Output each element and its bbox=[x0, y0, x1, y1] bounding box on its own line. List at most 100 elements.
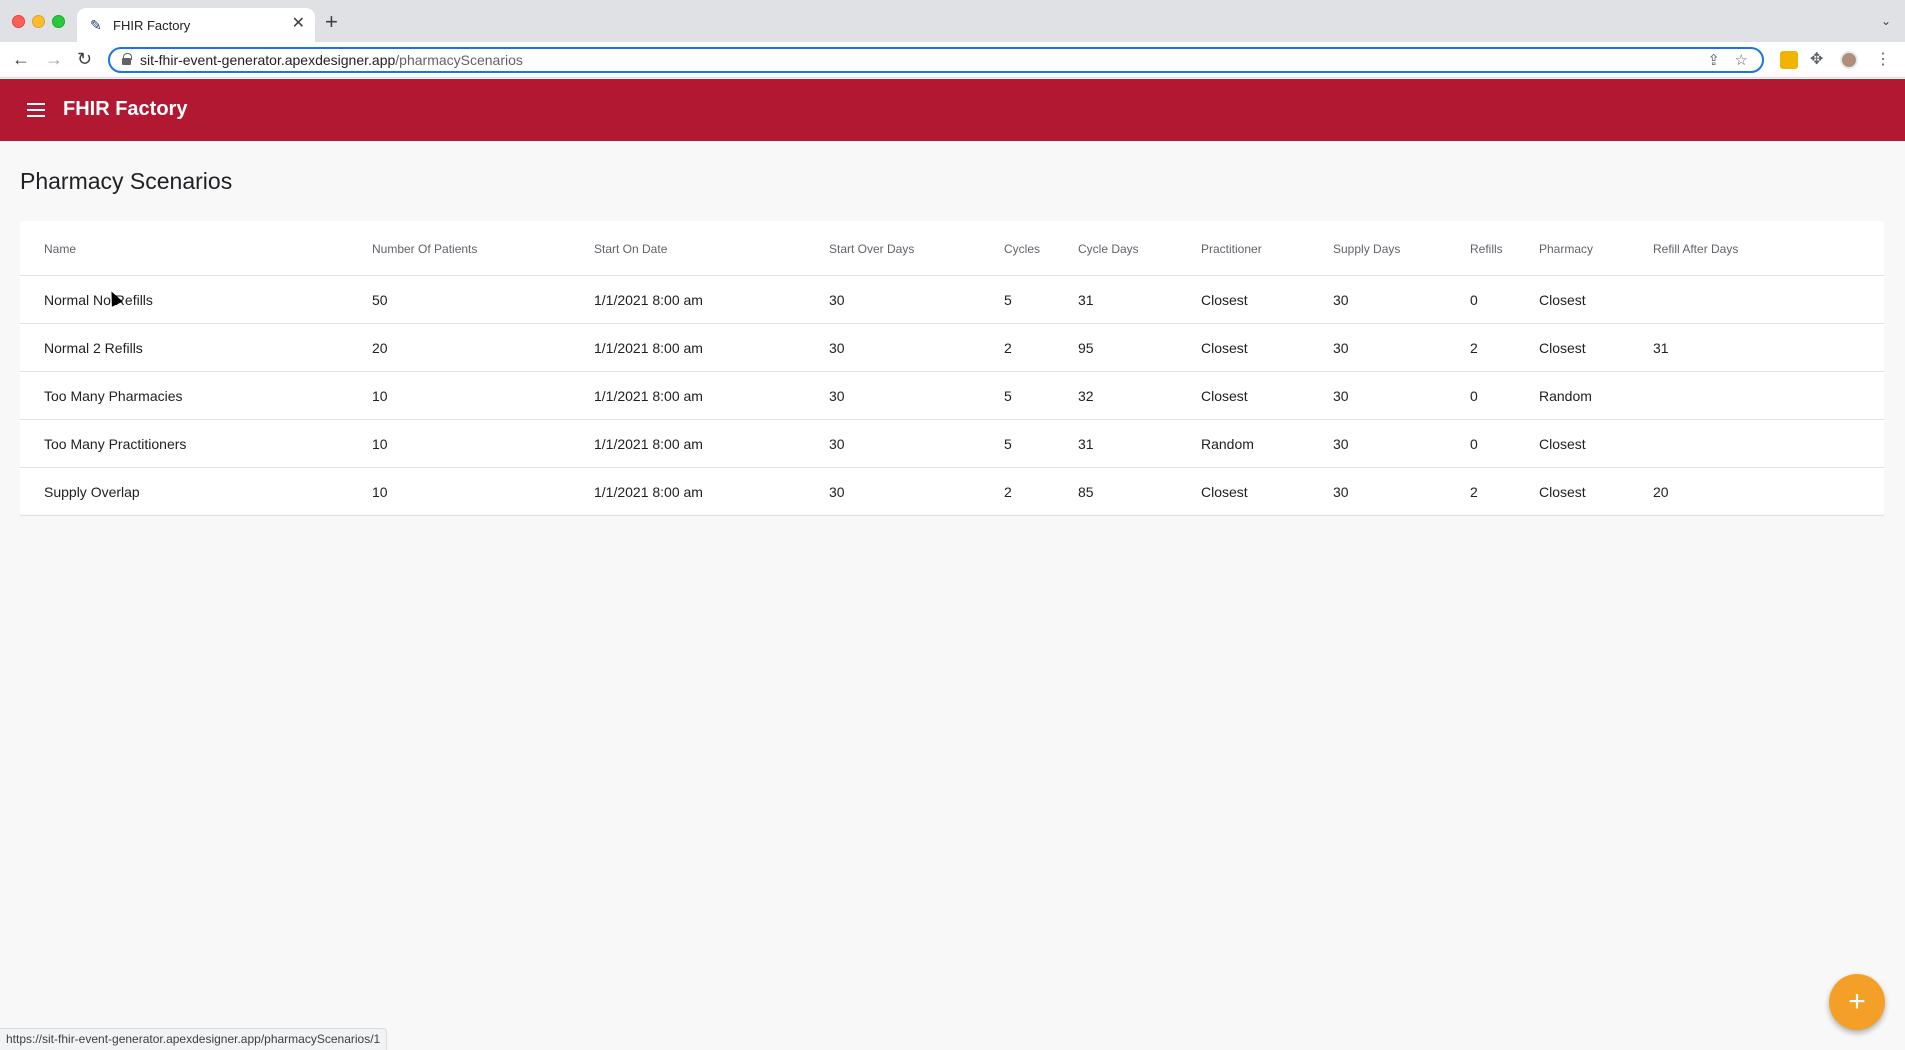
cell-cycle-days: 31 bbox=[1078, 436, 1094, 452]
new-tab-button[interactable]: + bbox=[325, 11, 338, 33]
cell-name: Too Many Practitioners bbox=[44, 436, 187, 452]
table-row[interactable]: Normal 2 Refills 20 1/1/2021 8:00 am 30 … bbox=[20, 324, 1884, 372]
column-header-supply-days[interactable]: Supply Days bbox=[1333, 242, 1400, 256]
cell-supply-days: 30 bbox=[1333, 388, 1349, 404]
cell-supply-days: 30 bbox=[1333, 340, 1349, 356]
cell-cycle-days: 95 bbox=[1078, 340, 1094, 356]
browser-tabstrip: ✎ FHIR Factory ✕ + ⌄ bbox=[0, 0, 1905, 42]
cell-cycle-days: 85 bbox=[1078, 484, 1094, 500]
cell-pharmacy: Closest bbox=[1539, 340, 1586, 356]
share-icon[interactable]: ⇪ bbox=[1707, 51, 1720, 69]
url-path: /pharmacyScenarios bbox=[395, 52, 523, 68]
cell-refills: 0 bbox=[1470, 388, 1478, 404]
cell-practitioner: Closest bbox=[1201, 340, 1248, 356]
cell-refills: 0 bbox=[1470, 292, 1478, 308]
cell-start-on-date: 1/1/2021 8:00 am bbox=[594, 484, 703, 500]
cell-cycle-days: 31 bbox=[1078, 292, 1094, 308]
cell-supply-days: 30 bbox=[1333, 292, 1349, 308]
app-title[interactable]: FHIR Factory bbox=[63, 98, 187, 121]
column-header-cycle-days[interactable]: Cycle Days bbox=[1078, 242, 1139, 256]
browser-menu-icon[interactable]: ⋮ bbox=[1875, 49, 1893, 68]
cell-start-on-date: 1/1/2021 8:00 am bbox=[594, 436, 703, 452]
back-arrow-icon[interactable]: ← bbox=[12, 49, 30, 69]
cell-start-over-days: 30 bbox=[829, 436, 845, 452]
cell-pharmacy: Random bbox=[1539, 388, 1592, 404]
cell-number-of-patients: 50 bbox=[372, 292, 388, 308]
hamburger-menu-icon[interactable] bbox=[27, 103, 45, 117]
cell-pharmacy: Closest bbox=[1539, 292, 1586, 308]
address-bar[interactable]: sit-fhir-event-generator.apexdesigner.ap… bbox=[108, 47, 1764, 73]
profile-avatar[interactable] bbox=[1840, 51, 1858, 69]
cell-start-on-date: 1/1/2021 8:00 am bbox=[594, 292, 703, 308]
column-header-practitioner[interactable]: Practitioner bbox=[1201, 242, 1262, 256]
table-row[interactable]: Normal No Refills 50 1/1/2021 8:00 am 30… bbox=[20, 276, 1884, 324]
bookmark-star-icon[interactable]: ☆ bbox=[1735, 51, 1748, 69]
cell-practitioner: Closest bbox=[1201, 484, 1248, 500]
column-header-refills[interactable]: Refills bbox=[1470, 242, 1503, 256]
cell-pharmacy: Closest bbox=[1539, 436, 1586, 452]
column-header-start-on-date[interactable]: Start On Date bbox=[594, 242, 667, 256]
column-header-name[interactable]: Name bbox=[44, 242, 76, 256]
column-header-refill-after-days[interactable]: Refill After Days bbox=[1653, 242, 1738, 256]
favicon-icon: ✎ bbox=[90, 17, 102, 33]
app-toolbar: FHIR Factory bbox=[0, 79, 1905, 141]
browser-toolbar: ← → ↻ sit-fhir-event-generator.apexdesig… bbox=[0, 42, 1905, 78]
cell-cycles: 5 bbox=[1004, 292, 1012, 308]
cell-practitioner: Closest bbox=[1201, 388, 1248, 404]
extension-icon[interactable] bbox=[1780, 51, 1798, 69]
cell-supply-days: 30 bbox=[1333, 436, 1349, 452]
cell-pharmacy: Closest bbox=[1539, 484, 1586, 500]
table-header-row: Name Number Of Patients Start On Date St… bbox=[20, 221, 1884, 276]
cell-number-of-patients: 20 bbox=[372, 340, 388, 356]
cell-cycles: 5 bbox=[1004, 436, 1012, 452]
column-header-start-over-days[interactable]: Start Over Days bbox=[829, 242, 914, 256]
tab-search-chevron-icon[interactable]: ⌄ bbox=[1881, 14, 1891, 28]
url-host: sit-fhir-event-generator.apexdesigner.ap… bbox=[140, 52, 396, 68]
cell-supply-days: 30 bbox=[1333, 484, 1349, 500]
extensions-puzzle-icon[interactable]: ✥ bbox=[1810, 49, 1828, 68]
lock-icon bbox=[122, 53, 132, 65]
column-header-pharmacy[interactable]: Pharmacy bbox=[1539, 242, 1593, 256]
address-url[interactable]: sit-fhir-event-generator.apexdesigner.ap… bbox=[140, 52, 523, 68]
cell-start-over-days: 30 bbox=[829, 484, 845, 500]
column-header-number-of-patients[interactable]: Number Of Patients bbox=[372, 242, 477, 256]
cell-practitioner: Random bbox=[1201, 436, 1254, 452]
table-row[interactable]: Too Many Practitioners 10 1/1/2021 8:00 … bbox=[20, 420, 1884, 468]
column-header-cycles[interactable]: Cycles bbox=[1004, 242, 1040, 256]
cell-start-over-days: 30 bbox=[829, 388, 845, 404]
cell-name: Too Many Pharmacies bbox=[44, 388, 183, 404]
cell-refills: 0 bbox=[1470, 436, 1478, 452]
maximize-window-button[interactable] bbox=[52, 15, 65, 28]
tab-title: FHIR Factory bbox=[113, 18, 191, 33]
table-row[interactable]: Too Many Pharmacies 10 1/1/2021 8:00 am … bbox=[20, 372, 1884, 420]
scenarios-table: Name Number Of Patients Start On Date St… bbox=[20, 221, 1884, 516]
cell-cycles: 5 bbox=[1004, 388, 1012, 404]
close-window-button[interactable] bbox=[12, 15, 25, 28]
forward-arrow-icon[interactable]: → bbox=[45, 49, 63, 69]
cell-name: Normal No Refills bbox=[44, 292, 153, 308]
browser-tab[interactable]: ✎ FHIR Factory ✕ bbox=[77, 8, 315, 42]
cell-number-of-patients: 10 bbox=[372, 436, 388, 452]
cell-start-on-date: 1/1/2021 8:00 am bbox=[594, 340, 703, 356]
add-scenario-button[interactable]: + bbox=[1829, 974, 1885, 1030]
cell-cycles: 2 bbox=[1004, 484, 1012, 500]
reload-icon[interactable]: ↻ bbox=[77, 49, 92, 69]
cell-name: Normal 2 Refills bbox=[44, 340, 143, 356]
cell-number-of-patients: 10 bbox=[372, 484, 388, 500]
cell-refills: 2 bbox=[1470, 340, 1478, 356]
cell-practitioner: Closest bbox=[1201, 292, 1248, 308]
cell-refills: 2 bbox=[1470, 484, 1478, 500]
cell-refill-after-days: 20 bbox=[1653, 484, 1669, 500]
cell-refill-after-days: 31 bbox=[1653, 340, 1669, 356]
cell-number-of-patients: 10 bbox=[372, 388, 388, 404]
cell-name: Supply Overlap bbox=[44, 484, 140, 500]
cell-start-over-days: 30 bbox=[829, 340, 845, 356]
page-title: Pharmacy Scenarios bbox=[20, 168, 233, 194]
cell-start-on-date: 1/1/2021 8:00 am bbox=[594, 388, 703, 404]
tab-close-icon[interactable]: ✕ bbox=[292, 15, 305, 33]
minimize-window-button[interactable] bbox=[32, 15, 45, 28]
cell-start-over-days: 30 bbox=[829, 292, 845, 308]
cell-cycle-days: 32 bbox=[1078, 388, 1094, 404]
table-row[interactable]: Supply Overlap 10 1/1/2021 8:00 am 30 2 … bbox=[20, 468, 1884, 516]
link-status-bar: https://sit-fhir-event-generator.apexdes… bbox=[0, 1028, 388, 1050]
